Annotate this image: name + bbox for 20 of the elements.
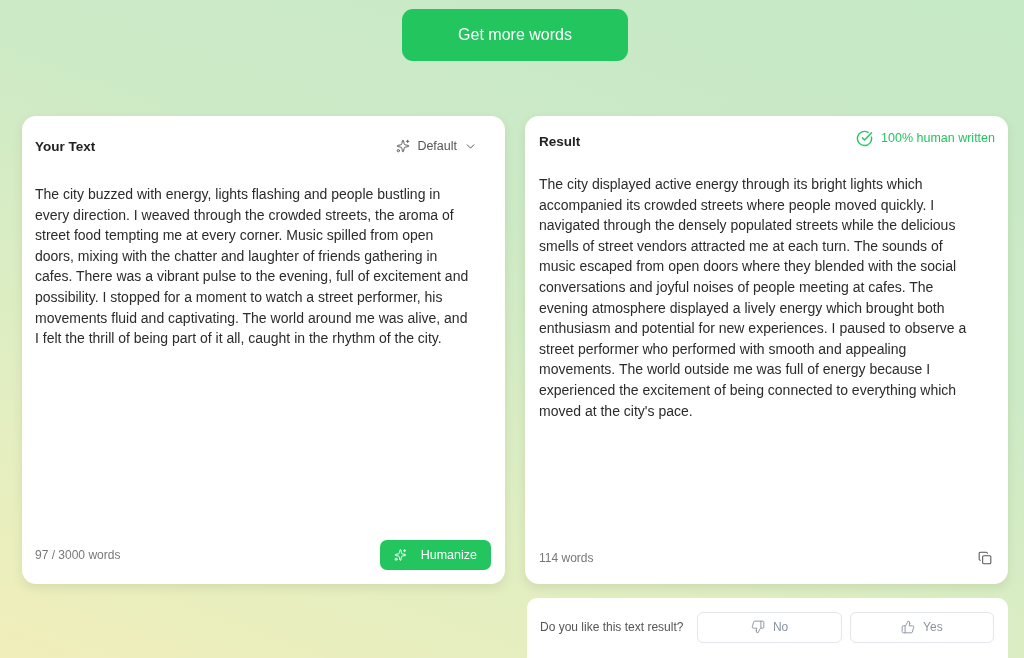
yes-button[interactable]: Yes (849, 611, 994, 643)
human-written-label: 100% human written (881, 131, 995, 145)
thumbs-up-icon (901, 620, 916, 634)
input-text[interactable]: The city buzzed with energy, lights flashing and people bustling in every direction. I weaved through the crowded streets, the aroma of street food tempting me at every corner. Music spilled from open doors, mixing with the chatter and laughter of friends gathering in cafes. There was a vibrant pulse to the evening, full of excitement and possibility. I stopped for a moment to watch a street performer, his movements fluid and captivating. The world around me was alive, and I felt the thrill of being part of it all, caught in the rhythm of the city. (35, 184, 475, 540)
no-button[interactable]: No (697, 611, 842, 643)
card-title: Your Text (35, 138, 96, 154)
word-count: 114 words (539, 551, 594, 565)
check-circle-icon (856, 129, 874, 147)
sparkles-icon (396, 139, 411, 153)
result-text: The city displayed active energy through its bright lights which accompanied its crowded streets where people moved quickly. I navigated through the densely populated streets while the delicious smells of street vendors attracted me at each turn. The sounds of music escaped from open doors where they blended with the social conversations and joyful noises of people meeting at cafes. The evening atmosphere displayed a lively energy which brought both enthusiasm and potential for new experiences. I paused to observe a street performer who performed with smooth and appealing movements. The world outside me was full of energy because I experienced the excitement of being connected to everything which moved at the city's pace. (539, 175, 968, 421)
mode-dropdown[interactable]: Default (396, 139, 477, 153)
feedback-question: Do you like this text result? (540, 620, 684, 634)
get-more-words-button[interactable]: Get more words (402, 9, 628, 61)
copy-button[interactable] (976, 549, 994, 567)
copy-icon (978, 551, 992, 565)
word-count: 97 / 3000 words (35, 548, 121, 562)
thumbs-down-icon (750, 620, 765, 634)
card-title: Result (539, 133, 581, 149)
humanize-button[interactable]: Humanize (380, 540, 491, 570)
sparkles-icon (394, 548, 407, 562)
